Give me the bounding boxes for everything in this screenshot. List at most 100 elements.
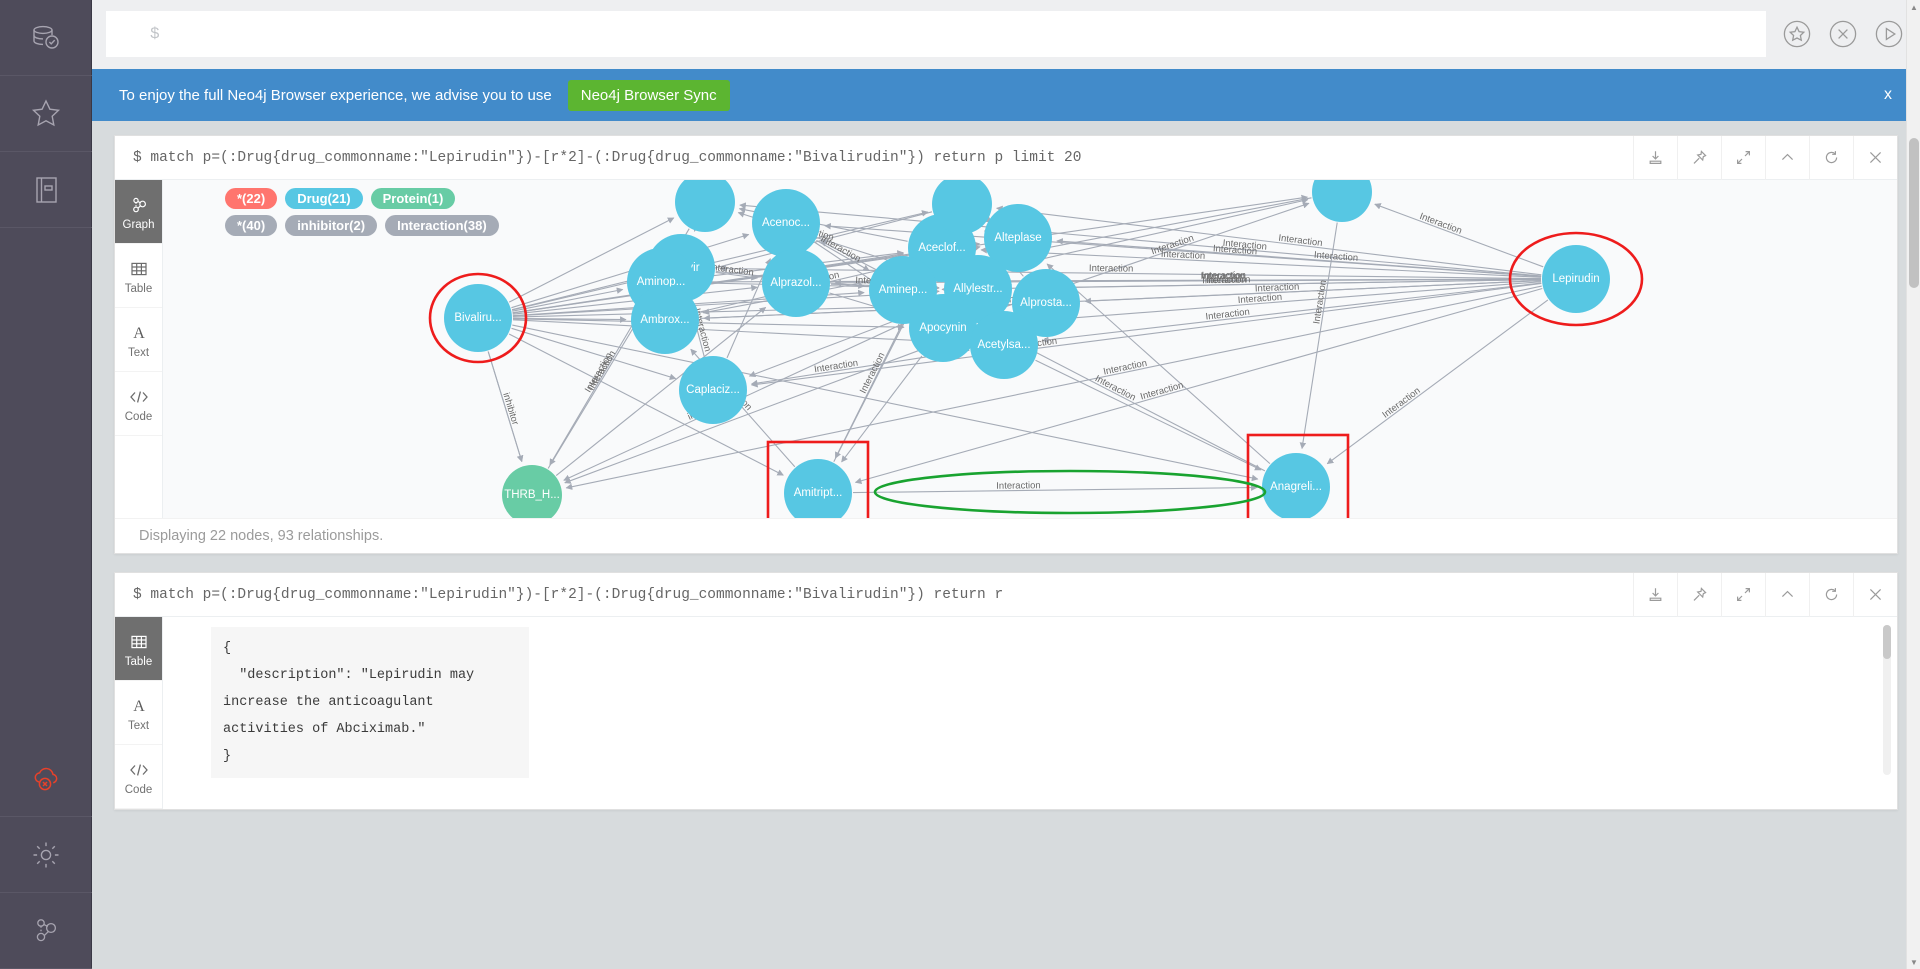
frame-toolbar — [1633, 135, 1897, 180]
page-scrollbar[interactable]: ▲ ▼ — [1906, 0, 1920, 969]
node-circle[interactable] — [502, 465, 562, 518]
legend-chip-inhibitor[interactable]: inhibitor(2) — [285, 215, 378, 236]
download-icon[interactable] — [1633, 572, 1677, 617]
graph-edge-label: Interaction — [586, 349, 618, 393]
close-icon[interactable] — [1853, 572, 1897, 617]
collapse-icon[interactable] — [1765, 135, 1809, 180]
tab-text[interactable]: A Text — [115, 681, 162, 745]
node-circle[interactable] — [784, 459, 852, 518]
node-circle[interactable] — [1262, 453, 1330, 518]
scroll-up-arrow[interactable]: ▲ — [1907, 0, 1920, 14]
graph-edge[interactable] — [511, 275, 644, 311]
graph-node[interactable]: THRB_H... — [502, 465, 562, 518]
graph-edge-label: Interaction — [1102, 358, 1148, 378]
tab-code[interactable]: Code — [115, 745, 162, 809]
svg-text:A: A — [133, 698, 145, 715]
close-icon[interactable] — [1853, 135, 1897, 180]
node-circle[interactable] — [631, 286, 699, 354]
legend-chip-interaction[interactable]: Interaction(38) — [385, 215, 499, 236]
node-circle[interactable] — [444, 284, 512, 352]
graph-edge[interactable] — [487, 351, 524, 463]
sidebar-item-browser-sync[interactable] — [0, 741, 92, 817]
tab-table[interactable]: Table — [115, 617, 162, 681]
expand-icon[interactable] — [1721, 572, 1765, 617]
scrollbar-thumb[interactable] — [1883, 625, 1891, 659]
sidebar-item-settings[interactable] — [0, 817, 92, 893]
json-result-cell: { "description": "Lepirudin may increase… — [211, 627, 529, 778]
result-frame-table: $ match p=(:Drug{drug_commonname:"Lepiru… — [114, 572, 1898, 810]
tab-code[interactable]: Code — [115, 372, 162, 436]
page-scrollbar-thumb[interactable] — [1909, 138, 1919, 288]
result-scrollbar[interactable] — [1883, 625, 1891, 775]
tab-graph[interactable]: Graph — [115, 180, 162, 244]
graph-node[interactable]: Acetylsa... — [970, 311, 1038, 379]
sidebar-item-database[interactable] — [0, 0, 92, 76]
graph-visualization[interactable]: Interaction Interaction Interaction Interac… — [163, 180, 1897, 518]
clear-icon[interactable] — [1826, 17, 1860, 51]
graph-edge-label: Interaction — [1311, 279, 1329, 325]
book-icon — [29, 173, 63, 207]
node-circle[interactable] — [679, 356, 747, 424]
tab-label: Graph — [122, 218, 155, 231]
collapse-icon[interactable] — [1765, 572, 1809, 617]
banner-text: To enjoy the full Neo4j Browser experien… — [119, 86, 552, 104]
graph-node[interactable]: Apocynin — [909, 294, 977, 362]
browser-sync-button[interactable]: Neo4j Browser Sync — [567, 79, 730, 111]
sidebar-item-documents[interactable] — [0, 152, 92, 228]
refresh-icon[interactable] — [1809, 135, 1853, 180]
tab-label: Text — [127, 719, 150, 732]
pin-icon[interactable] — [1677, 572, 1721, 617]
cypher-editor[interactable]: $ — [106, 11, 1766, 57]
node-circle[interactable] — [762, 249, 830, 317]
run-icon[interactable] — [1872, 17, 1906, 51]
graph-edge[interactable] — [1056, 238, 1542, 277]
legend-chip-drug[interactable]: Drug(21) — [285, 188, 363, 209]
node-circle[interactable] — [909, 294, 977, 362]
tab-text[interactable]: A Text — [115, 308, 162, 372]
legend-chip-all-nodes[interactable]: *(22) — [225, 188, 278, 209]
graph-edge[interactable] — [1326, 299, 1549, 465]
graph-node[interactable]: Anagreli... — [1262, 453, 1330, 518]
text-icon: A — [129, 694, 149, 718]
graph-edge[interactable] — [852, 484, 1258, 494]
sidebar-item-favorites[interactable] — [0, 76, 92, 152]
table-icon — [129, 257, 149, 281]
graph-node[interactable]: Lepirudin — [1542, 245, 1610, 313]
graph-edge-label: Interaction — [583, 351, 615, 395]
legend-chip-protein[interactable]: Protein(1) — [370, 188, 456, 209]
graph-node[interactable]: Alprazol... — [762, 249, 830, 317]
node-circle[interactable] — [970, 311, 1038, 379]
graph-node[interactable]: Ambrox... — [631, 286, 699, 354]
legend-chip-all-rels[interactable]: *(40) — [225, 215, 278, 236]
graph-edge-label: Interaction — [1205, 307, 1250, 323]
frame-command: $ match p=(:Drug{drug_commonname:"Lepiru… — [133, 149, 1082, 166]
table-icon — [129, 630, 149, 654]
table-result-body[interactable]: { "description": "Lepirudin may increase… — [163, 617, 1897, 797]
expand-icon[interactable] — [1721, 135, 1765, 180]
tab-label: Table — [124, 655, 153, 668]
legend-relationships: *(40) inhibitor(2) Interaction(38) — [225, 215, 1885, 236]
download-icon[interactable] — [1633, 135, 1677, 180]
result-frame-graph: $ match p=(:Drug{drug_commonname:"Lepiru… — [114, 135, 1898, 554]
graph-node[interactable]: Bivaliru... — [444, 284, 512, 352]
graph-edge[interactable] — [1035, 359, 1262, 471]
node-circle[interactable] — [1542, 245, 1610, 313]
svg-text:A: A — [133, 325, 145, 342]
frame-toolbar — [1633, 572, 1897, 617]
graph-status-bar: Displaying 22 nodes, 93 relationships. — [115, 518, 1897, 553]
editor-bar: $ — [92, 0, 1920, 69]
graph-edge[interactable] — [512, 324, 1259, 482]
graph-node[interactable]: Amitript... — [784, 459, 852, 518]
text-icon: A — [129, 321, 149, 345]
sidebar-item-about[interactable] — [0, 893, 92, 969]
tab-table[interactable]: Table — [115, 244, 162, 308]
favorite-icon[interactable] — [1780, 17, 1814, 51]
pin-icon[interactable] — [1677, 135, 1721, 180]
scroll-down-arrow[interactable]: ▼ — [1907, 955, 1920, 969]
frame-command: $ match p=(:Drug{drug_commonname:"Lepiru… — [133, 586, 1004, 603]
banner-close-icon[interactable]: x — [1884, 86, 1892, 104]
graph-node[interactable]: Caplaciz... — [679, 356, 747, 424]
refresh-icon[interactable] — [1809, 572, 1853, 617]
cypher-input[interactable] — [152, 12, 1765, 56]
graph-edge[interactable] — [719, 265, 1542, 280]
